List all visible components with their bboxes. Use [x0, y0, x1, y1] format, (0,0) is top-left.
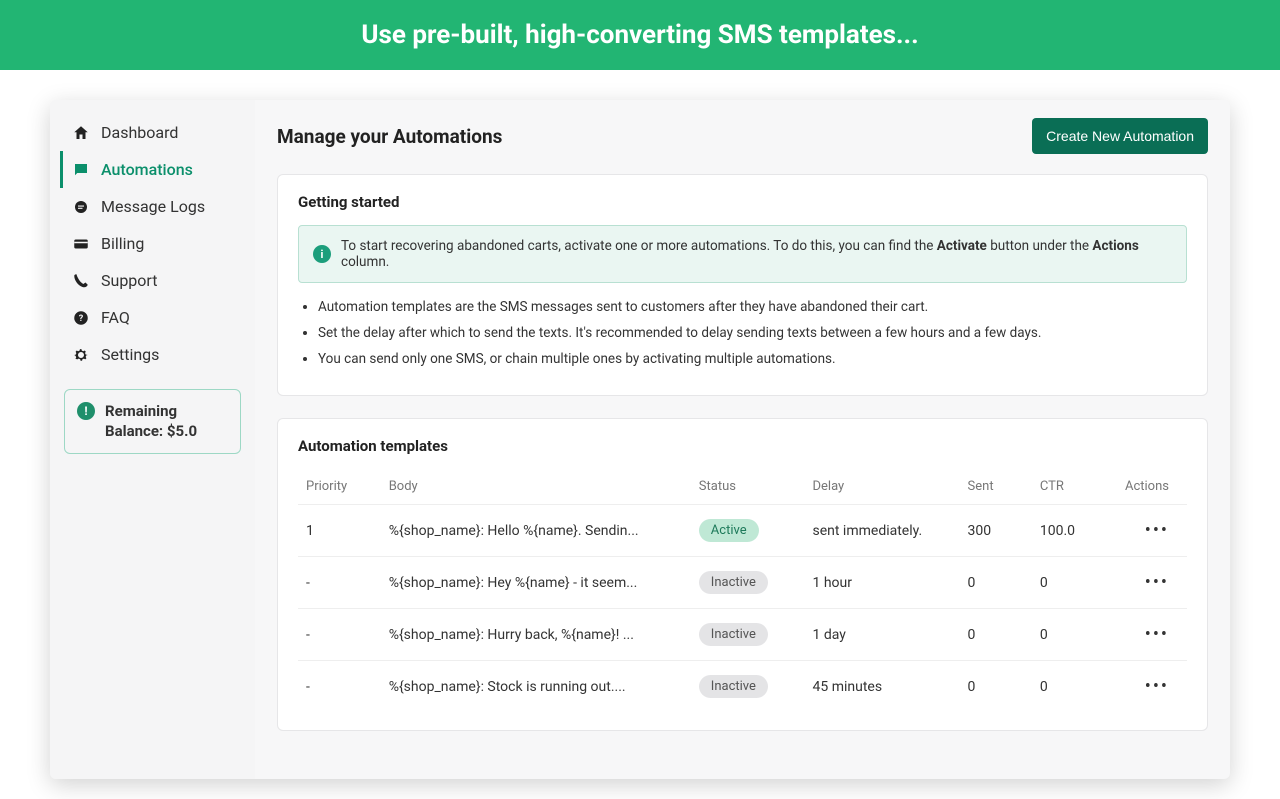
alert-icon: !: [77, 402, 95, 420]
sidebar-item-label: Support: [101, 271, 157, 290]
sms-icon: [71, 198, 91, 216]
sidebar-item-dashboard[interactable]: Dashboard: [60, 114, 245, 151]
sidebar-item-support[interactable]: Support: [60, 262, 245, 299]
sidebar-item-faq[interactable]: ? FAQ: [60, 299, 245, 336]
cell-delay: 1 day: [805, 609, 960, 661]
status-badge: Inactive: [699, 623, 768, 646]
info-callout: i To start recovering abandoned carts, a…: [298, 225, 1187, 283]
sidebar: Dashboard Automations Message Logs Billi…: [50, 100, 255, 779]
row-actions-button[interactable]: •••: [1145, 676, 1169, 697]
page-title: Manage your Automations: [277, 125, 502, 148]
cell-ctr: 100.0: [1032, 505, 1115, 557]
balance-line1: Remaining: [105, 402, 197, 422]
sidebar-item-automations[interactable]: Automations: [60, 151, 245, 188]
promo-banner: Use pre-built, high-converting SMS templ…: [0, 0, 1280, 70]
cell-priority: -: [298, 609, 381, 661]
sidebar-item-label: Billing: [101, 234, 144, 253]
sidebar-item-label: Dashboard: [101, 123, 178, 142]
table-row: - %{shop_name}: Hurry back, %{name}! ...…: [298, 609, 1187, 661]
cell-ctr: 0: [1032, 609, 1115, 661]
row-actions-button[interactable]: •••: [1145, 624, 1169, 645]
col-body: Body: [381, 469, 691, 505]
bullet-item: You can send only one SMS, or chain mult…: [318, 351, 1187, 367]
templates-heading: Automation templates: [298, 437, 1187, 455]
cell-body: %{shop_name}: Hey %{name} - it seem...: [381, 557, 691, 609]
chat-icon: [71, 161, 91, 179]
cell-ctr: 0: [1032, 661, 1115, 713]
balance-text: Remaining Balance: $5.0: [105, 402, 197, 441]
col-sent: Sent: [960, 469, 1032, 505]
main-header: Manage your Automations Create New Autom…: [277, 118, 1208, 154]
sidebar-item-settings[interactable]: Settings: [60, 336, 245, 373]
sidebar-item-label: FAQ: [101, 308, 130, 327]
row-actions-button[interactable]: •••: [1145, 572, 1169, 593]
app-window: Dashboard Automations Message Logs Billi…: [50, 100, 1230, 779]
table-row: 1 %{shop_name}: Hello %{name}. Sendin...…: [298, 505, 1187, 557]
cell-priority: -: [298, 557, 381, 609]
status-badge: Active: [699, 519, 759, 542]
cell-priority: -: [298, 661, 381, 713]
cell-delay: 45 minutes: [805, 661, 960, 713]
balance-card: ! Remaining Balance: $5.0: [64, 389, 241, 454]
getting-started-heading: Getting started: [298, 193, 1187, 211]
balance-line2: Balance: $5.0: [105, 422, 197, 442]
promo-headline: Use pre-built, high-converting SMS templ…: [361, 20, 918, 50]
templates-table: Priority Body Status Delay Sent CTR Acti…: [298, 469, 1187, 712]
cell-sent: 0: [960, 609, 1032, 661]
question-icon: ?: [71, 309, 91, 327]
getting-started-card: Getting started i To start recovering ab…: [277, 174, 1208, 396]
cell-delay: 1 hour: [805, 557, 960, 609]
table-row: - %{shop_name}: Hey %{name} - it seem...…: [298, 557, 1187, 609]
status-badge: Inactive: [699, 675, 768, 698]
sidebar-item-label: Settings: [101, 345, 159, 364]
status-badge: Inactive: [699, 571, 768, 594]
cell-body: %{shop_name}: Stock is running out....: [381, 661, 691, 713]
cell-body: %{shop_name}: Hello %{name}. Sendin...: [381, 505, 691, 557]
cell-sent: 0: [960, 557, 1032, 609]
sidebar-item-billing[interactable]: Billing: [60, 225, 245, 262]
bullet-item: Automation templates are the SMS message…: [318, 299, 1187, 315]
cell-sent: 300: [960, 505, 1032, 557]
home-icon: [71, 124, 91, 142]
templates-card: Automation templates Priority Body Statu…: [277, 418, 1208, 731]
table-row: - %{shop_name}: Stock is running out....…: [298, 661, 1187, 713]
col-status: Status: [691, 469, 805, 505]
svg-text:?: ?: [79, 314, 84, 324]
cell-delay: sent immediately.: [805, 505, 960, 557]
col-delay: Delay: [805, 469, 960, 505]
info-icon: i: [313, 245, 331, 263]
col-ctr: CTR: [1032, 469, 1115, 505]
row-actions-button[interactable]: •••: [1145, 520, 1169, 541]
bullet-item: Set the delay after which to send the te…: [318, 325, 1187, 341]
cell-ctr: 0: [1032, 557, 1115, 609]
col-priority: Priority: [298, 469, 381, 505]
create-automation-button[interactable]: Create New Automation: [1032, 118, 1208, 154]
sidebar-item-label: Automations: [101, 160, 193, 179]
cell-body: %{shop_name}: Hurry back, %{name}! ...: [381, 609, 691, 661]
info-text: To start recovering abandoned carts, act…: [341, 238, 1172, 270]
main-content: Manage your Automations Create New Autom…: [255, 100, 1230, 779]
phone-icon: [71, 272, 91, 290]
cell-sent: 0: [960, 661, 1032, 713]
getting-started-bullets: Automation templates are the SMS message…: [298, 299, 1187, 367]
sidebar-item-message-logs[interactable]: Message Logs: [60, 188, 245, 225]
col-actions: Actions: [1115, 469, 1187, 505]
card-icon: [71, 235, 91, 253]
gear-icon: [71, 346, 91, 364]
cell-priority: 1: [298, 505, 381, 557]
sidebar-item-label: Message Logs: [101, 197, 205, 216]
